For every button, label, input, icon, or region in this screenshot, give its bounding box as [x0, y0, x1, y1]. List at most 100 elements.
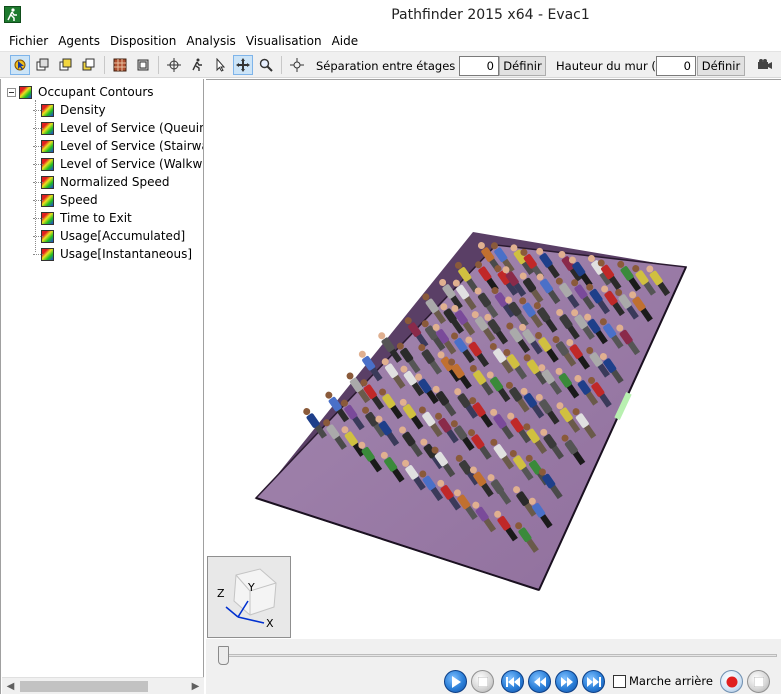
- camera-button[interactable]: [755, 55, 775, 75]
- scene-canvas[interactable]: [206, 80, 781, 639]
- pointer-tool-button[interactable]: [210, 55, 230, 75]
- walk-tool-button[interactable]: [187, 55, 207, 75]
- contour-icon: [19, 85, 32, 99]
- floor-yellow-icon: [59, 58, 72, 71]
- wall-height-input[interactable]: 0: [656, 56, 696, 76]
- pan-tool-button[interactable]: [233, 55, 253, 75]
- record-button[interactable]: [720, 670, 743, 693]
- wall-height-define-button[interactable]: Définir: [697, 56, 745, 76]
- tree-item-los-walkway[interactable]: Level of Service (Walkway: [7, 155, 203, 173]
- axis-z-label: Z: [217, 587, 225, 600]
- menu-aide[interactable]: Aide: [327, 32, 364, 50]
- menu-bar: Fichier Agents Disposition Analysis Visu…: [0, 31, 781, 51]
- window-title: Pathfinder 2015 x64 - Evac1: [391, 7, 590, 23]
- menu-analysis[interactable]: Analysis: [181, 32, 240, 50]
- tree-item-usage-accumulated[interactable]: Usage[Accumulated]: [7, 227, 203, 245]
- tree-item-normalized-speed[interactable]: Normalized Speed: [7, 173, 203, 191]
- results-tree: Occupant Contours Density Level of Servi…: [7, 83, 203, 263]
- menu-visualisation[interactable]: Visualisation: [241, 32, 327, 50]
- skip-start-icon: [505, 676, 520, 687]
- horizontal-scrollbar[interactable]: ◀ ▶: [2, 677, 204, 694]
- view-all-floors-button[interactable]: [33, 55, 53, 75]
- menu-disposition[interactable]: Disposition: [105, 32, 181, 50]
- solid-view-button[interactable]: [133, 55, 153, 75]
- step-back-button[interactable]: [528, 670, 551, 693]
- tree-item-speed[interactable]: Speed: [7, 191, 203, 209]
- menu-agents[interactable]: Agents: [53, 32, 105, 50]
- timeline-slider-thumb[interactable]: [218, 646, 229, 665]
- floor-selected-icon: [82, 58, 95, 71]
- forward-end-button[interactable]: [582, 670, 605, 693]
- timeline-slider-track[interactable]: [220, 654, 777, 657]
- tree-item-label: Level of Service (Stairway): [60, 139, 203, 153]
- tree-root-label: Occupant Contours: [38, 85, 154, 99]
- pan-icon: [236, 58, 250, 72]
- orbit-icon: [167, 58, 181, 72]
- tree-item-label: Usage[Accumulated]: [60, 229, 186, 243]
- 3d-viewport[interactable]: X Y Z: [206, 79, 781, 639]
- step-forward-button[interactable]: [555, 670, 578, 693]
- navigation-cube[interactable]: X Y Z: [207, 556, 291, 638]
- tree-item-time-to-exit[interactable]: Time to Exit: [7, 209, 203, 227]
- camera-icon: [758, 59, 772, 69]
- stop-icon: [753, 676, 764, 687]
- rewind-icon: [533, 676, 546, 687]
- view-selected-floor-button[interactable]: [79, 55, 99, 75]
- texture-icon: [113, 58, 127, 72]
- stop-button[interactable]: [471, 670, 494, 693]
- box-icon: [137, 59, 149, 71]
- tree-item-los-stairway[interactable]: Level of Service (Stairway): [7, 137, 203, 155]
- floor-separation-input[interactable]: 0: [459, 56, 499, 76]
- tree-item-usage-instantaneous[interactable]: Usage[Instantaneous]: [7, 245, 203, 263]
- view-floor-button[interactable]: [56, 55, 76, 75]
- play-icon: [451, 675, 461, 688]
- tree-item-label: Level of Service (Walkway: [60, 157, 203, 171]
- playback-bar: Marche arrière: [206, 639, 781, 694]
- wireframe-button[interactable]: [110, 55, 130, 75]
- tree-item-los-queuing[interactable]: Level of Service (Queuing: [7, 119, 203, 137]
- tree-item-label: Density: [60, 103, 106, 117]
- tree-item-label: Level of Service (Queuing: [60, 121, 203, 135]
- skip-end-icon: [586, 676, 601, 687]
- axis-x-label: X: [266, 617, 274, 630]
- toolbar-separator: [104, 56, 105, 74]
- tree-root-occupant-contours[interactable]: Occupant Contours: [7, 83, 203, 101]
- stop-icon: [477, 676, 488, 687]
- tree-item-label: Speed: [60, 193, 98, 207]
- walk-icon: [192, 58, 202, 71]
- fast-forward-icon: [560, 676, 573, 687]
- record-icon: [726, 676, 737, 687]
- rewind-start-button[interactable]: [501, 670, 524, 693]
- reverse-label: Marche arrière: [629, 674, 713, 688]
- tree-item-label: Usage[Instantaneous]: [60, 247, 193, 261]
- results-tree-panel: Occupant Contours Density Level of Servi…: [0, 79, 204, 694]
- zoom-tool-button[interactable]: [256, 55, 276, 75]
- select-tool-button[interactable]: [10, 55, 30, 75]
- toolbar-separator: [158, 56, 159, 74]
- crosshair-icon: [290, 58, 304, 72]
- scroll-left-icon[interactable]: ◀: [2, 678, 19, 695]
- play-button[interactable]: [444, 670, 467, 693]
- reverse-checkbox[interactable]: [613, 674, 626, 688]
- menu-fichier[interactable]: Fichier: [4, 32, 53, 50]
- select-icon: [14, 59, 26, 71]
- tree-item-label: Time to Exit: [60, 211, 132, 225]
- scroll-thumb[interactable]: [20, 681, 148, 692]
- floor-separation-label: Séparation entre étages (m):: [316, 59, 483, 73]
- collapse-icon[interactable]: [7, 87, 16, 97]
- orbit-tool-button[interactable]: [164, 55, 184, 75]
- axis-gizmo-icon: X Y Z: [217, 568, 277, 630]
- zoom-icon: [259, 58, 273, 72]
- stop-record-button[interactable]: [747, 670, 770, 693]
- floor-separation-define-button[interactable]: Définir: [499, 56, 546, 76]
- reverse-playback-toggle[interactable]: Marche arrière: [613, 674, 713, 688]
- toolbar-separator: [281, 56, 282, 74]
- scroll-right-icon[interactable]: ▶: [187, 678, 204, 695]
- floors-icon: [36, 58, 49, 71]
- tree-item-label: Normalized Speed: [60, 175, 170, 189]
- pointer-icon: [216, 58, 226, 72]
- axis-y-label: Y: [247, 581, 255, 594]
- tree-item-density[interactable]: Density: [7, 101, 203, 119]
- title-bar: Pathfinder 2015 x64 - Evac1: [0, 0, 781, 31]
- center-view-button[interactable]: [287, 55, 307, 75]
